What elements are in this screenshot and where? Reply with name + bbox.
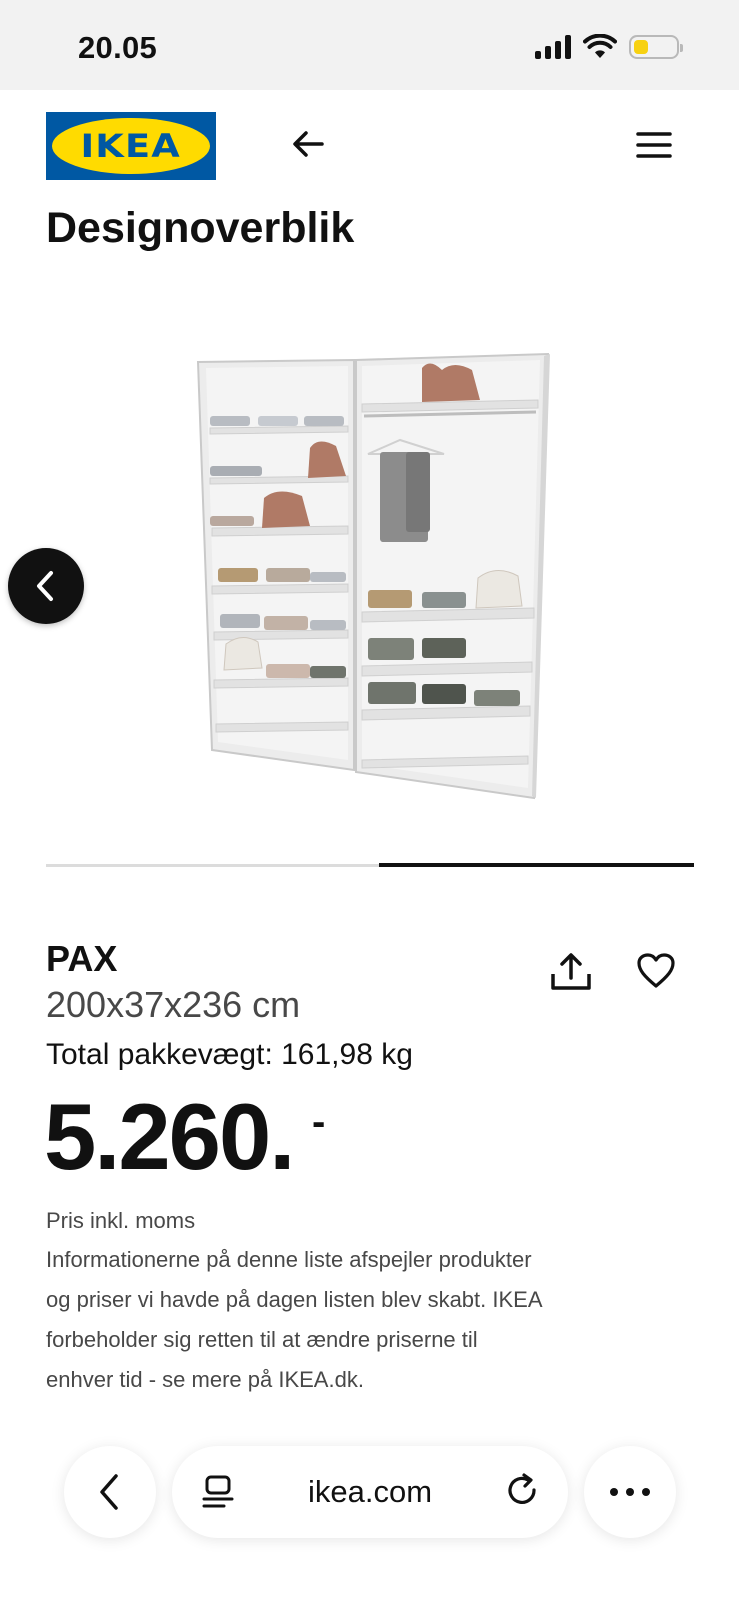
- wifi-icon: [583, 34, 617, 58]
- product-price: 5.260.: [44, 1084, 295, 1189]
- price-suffix: -: [312, 1100, 326, 1144]
- status-time: 20.05: [78, 30, 158, 65]
- page-title: Designoverblik: [46, 204, 355, 252]
- browser-back-button[interactable]: [64, 1446, 156, 1538]
- cellular-signal-icon: [535, 35, 571, 59]
- address-bar[interactable]: ikea.com: [172, 1446, 568, 1538]
- logo-text: IKEA: [80, 127, 182, 165]
- status-bar: 20.05: [0, 0, 739, 90]
- vat-note: Pris inkl. moms: [46, 1208, 196, 1233]
- product-name: PAX: [46, 938, 118, 979]
- more-dots-icon: [610, 1488, 618, 1496]
- more-options-button[interactable]: [584, 1446, 676, 1538]
- hamburger-menu-icon[interactable]: [636, 130, 672, 160]
- chevron-left-icon: [100, 1474, 118, 1510]
- carousel-prev-button[interactable]: [8, 548, 84, 624]
- product-weight: Total pakkevægt: 161,98 kg: [46, 1038, 413, 1071]
- product-dimensions: 200x37x236 cm: [46, 984, 301, 1025]
- reload-icon[interactable]: [504, 1472, 542, 1510]
- heart-icon[interactable]: [636, 952, 676, 990]
- battery-icon: [629, 35, 683, 59]
- carousel-progress-indicator: [379, 863, 694, 867]
- status-icons: [535, 34, 683, 60]
- product-image[interactable]: [186, 350, 566, 820]
- arrow-left-icon[interactable]: [288, 124, 328, 164]
- chevron-left-icon: [37, 571, 53, 601]
- share-icon[interactable]: [548, 952, 594, 992]
- price-disclaimer: Informationerne på denne liste afspejler…: [46, 1247, 542, 1392]
- ikea-logo[interactable]: IKEA: [46, 112, 216, 180]
